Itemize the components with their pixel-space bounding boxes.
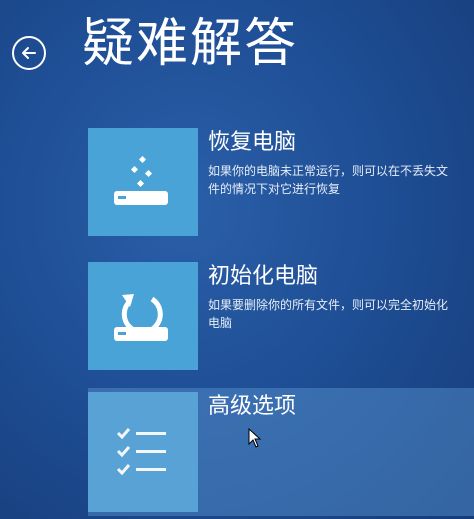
refresh-pc-option[interactable]: 恢复电脑 如果你的电脑未正常运行，则可以在不丢失文件的情况下对它进行恢复 <box>88 128 468 238</box>
advanced-options-option[interactable]: 高级选项 <box>88 392 468 512</box>
troubleshoot-screen: 疑难解答 恢复电脑 如果你的电脑未正常运行，则可以在不丢失文件的情况下对它进行恢… <box>0 0 474 519</box>
checklist-icon <box>116 428 166 476</box>
refresh-pc-tile[interactable] <box>88 128 198 236</box>
reset-pc-description: 如果要删除你的所有文件，则可以完全初始化电脑 <box>208 298 449 330</box>
reset-pc-title: 初始化电脑 <box>208 264 319 289</box>
mouse-cursor-icon <box>248 428 262 448</box>
page-title: 疑难解答 <box>82 14 299 74</box>
refresh-pc-description: 如果你的电脑未正常运行，则可以在不丢失文件的情况下对它进行恢复 <box>208 164 449 196</box>
refresh-pc-icon <box>114 155 168 205</box>
reset-pc-tile[interactable] <box>88 262 198 370</box>
back-arrow-icon <box>22 47 36 59</box>
refresh-pc-title: 恢复电脑 <box>208 130 297 155</box>
reset-pc-icon <box>114 294 168 341</box>
advanced-options-title: 高级选项 <box>208 394 297 419</box>
back-button[interactable] <box>12 36 46 70</box>
reset-pc-option[interactable]: 初始化电脑 如果要删除你的所有文件，则可以完全初始化电脑 <box>88 262 468 372</box>
advanced-options-tile[interactable] <box>88 392 198 512</box>
